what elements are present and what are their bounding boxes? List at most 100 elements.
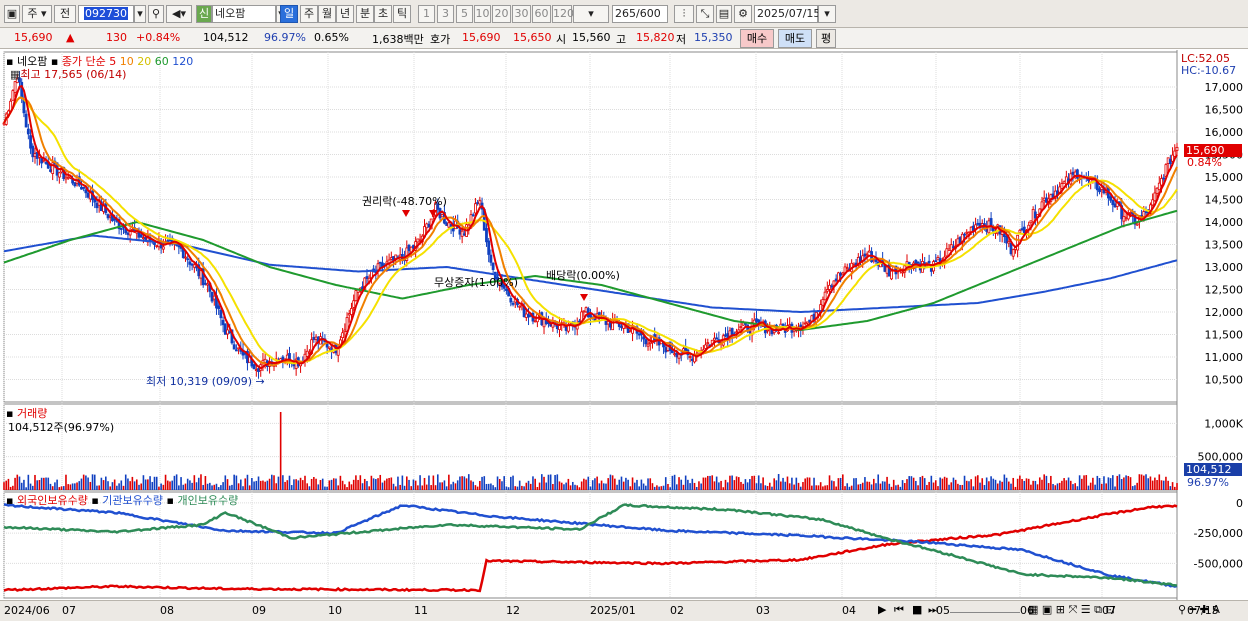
scroll-right-icon[interactable]: ▶ [878, 603, 886, 616]
volume-bar [507, 487, 510, 490]
volume-bar [401, 475, 404, 490]
candle-body [161, 246, 165, 250]
volume-bar [363, 478, 366, 490]
interval-button-0[interactable]: 1 [418, 5, 435, 23]
volume-bar [1045, 475, 1048, 490]
volume-bar [1149, 476, 1152, 490]
volume-bar [1038, 477, 1041, 490]
volume-bar [660, 486, 663, 490]
volume-bar [1074, 483, 1076, 490]
zoom-slider[interactable] [950, 603, 1020, 613]
volume-bar [912, 477, 915, 490]
volume-bar [684, 475, 687, 490]
sell-button[interactable]: 매도 [778, 29, 812, 48]
code-input[interactable]: 092730 [78, 5, 134, 23]
window-icon[interactable]: ▣ [4, 5, 20, 23]
volume-bar [7, 478, 10, 490]
stock-name-field[interactable]: 네오팜 [212, 5, 276, 23]
volume-bar [799, 486, 802, 490]
type-select[interactable]: 전 [54, 5, 76, 23]
volume-bar [970, 479, 972, 490]
volume-bar [711, 475, 714, 490]
gear-icon[interactable]: ⚙ [734, 5, 752, 23]
volume-bar [523, 486, 525, 490]
volume-bar [797, 482, 800, 490]
volume-bar [846, 483, 849, 490]
period-tab-3[interactable]: 년 [336, 5, 354, 23]
count-field[interactable]: 265/600 [612, 5, 668, 23]
market-select[interactable]: 주 ▾ [22, 5, 52, 23]
search-icon[interactable]: ⚲ [148, 5, 164, 23]
volume-bar [9, 486, 12, 490]
volume-bar [928, 481, 930, 490]
volume-bar [735, 476, 738, 490]
zoom-icons[interactable]: ⚲ ━ ✚ A [1178, 603, 1220, 616]
candle-body [11, 90, 15, 101]
buy-button[interactable]: 매수 [740, 29, 774, 48]
interval-button-2[interactable]: 5 [456, 5, 473, 23]
candle-body [1000, 231, 1004, 235]
candle-body [1122, 216, 1126, 222]
sound-icon[interactable]: ◀▾ [166, 5, 192, 23]
trade-amount: 1,638백만 [372, 33, 424, 46]
holding-menu-icon[interactable]: ▪ [6, 494, 13, 507]
volume-bar [412, 479, 415, 490]
calendar-small-icon[interactable]: ▦ [10, 68, 20, 81]
volume-bar [861, 482, 864, 490]
last-page-icon[interactable]: ⏭ [928, 603, 938, 617]
volume-bar [158, 486, 160, 490]
candle-body [916, 261, 920, 264]
volume-bar [695, 486, 698, 490]
volume-bar [1032, 480, 1034, 490]
chart-area[interactable]: 10,500 11,000 11,500 12,000 12,500 13,000 13,5… [0, 50, 1248, 600]
volume-bar [848, 486, 851, 490]
volume-bar [386, 478, 388, 490]
volume-bar [80, 478, 83, 490]
volume-bar [614, 478, 616, 490]
eval-button[interactable]: 평 [816, 29, 836, 48]
volume-bar [211, 485, 213, 490]
interval-button-5[interactable]: 30 [512, 5, 531, 23]
save-icon[interactable]: ▤ [716, 5, 732, 23]
volume-bar [713, 481, 716, 490]
volume-bar [29, 483, 32, 490]
volume-bar [569, 485, 572, 490]
period-tab-2[interactable]: 월 [318, 5, 336, 23]
volume-bar [191, 482, 193, 490]
stop-icon[interactable]: ■ [912, 603, 922, 616]
interval-button-1[interactable]: 3 [437, 5, 454, 23]
candle-body [1011, 249, 1015, 257]
candle-body [327, 346, 331, 349]
layout-icon[interactable]: ▦ ▣ ⊞ ⤧ ☰ ⧉ ⊡ [1028, 603, 1115, 617]
period-tab-1[interactable]: 주 [300, 5, 318, 23]
volume-bar [60, 486, 63, 490]
volume-bar [563, 484, 565, 490]
code-dropdown-icon[interactable]: ▾ [134, 5, 146, 23]
interval-button-3[interactable]: 10 [474, 5, 491, 23]
candle-body [644, 339, 648, 345]
volume-bar [501, 481, 503, 490]
interval-dropdown[interactable]: ▾ [573, 5, 609, 23]
volume-bar [381, 482, 384, 490]
first-page-icon[interactable]: ⏮ [894, 603, 904, 617]
period-tab-6[interactable]: 틱 [393, 5, 411, 23]
calendar-icon[interactable]: ▾ [818, 5, 836, 23]
period-tab-5[interactable]: 초 [374, 5, 392, 23]
volume-bar [213, 484, 216, 490]
volume-bar [255, 480, 258, 490]
interval-button-6[interactable]: 60 [532, 5, 551, 23]
period-tab-0[interactable]: 일 [280, 5, 298, 23]
volume-bar [817, 485, 820, 490]
interval-button-4[interactable]: 20 [492, 5, 511, 23]
volume-bar [240, 479, 242, 490]
date-field[interactable]: 2025/07/15 [754, 5, 820, 23]
candle-body [252, 364, 256, 370]
period-tab-4[interactable]: 분 [356, 5, 374, 23]
volume-bar [93, 474, 96, 490]
candle-body [312, 337, 316, 340]
tool-icon[interactable]: ⤡ [696, 5, 714, 23]
interval-button-7[interactable]: 120 [552, 5, 574, 23]
volume-bar [625, 477, 627, 490]
candle-icon[interactable]: ⫶ [674, 5, 694, 23]
candle-body [234, 349, 238, 352]
